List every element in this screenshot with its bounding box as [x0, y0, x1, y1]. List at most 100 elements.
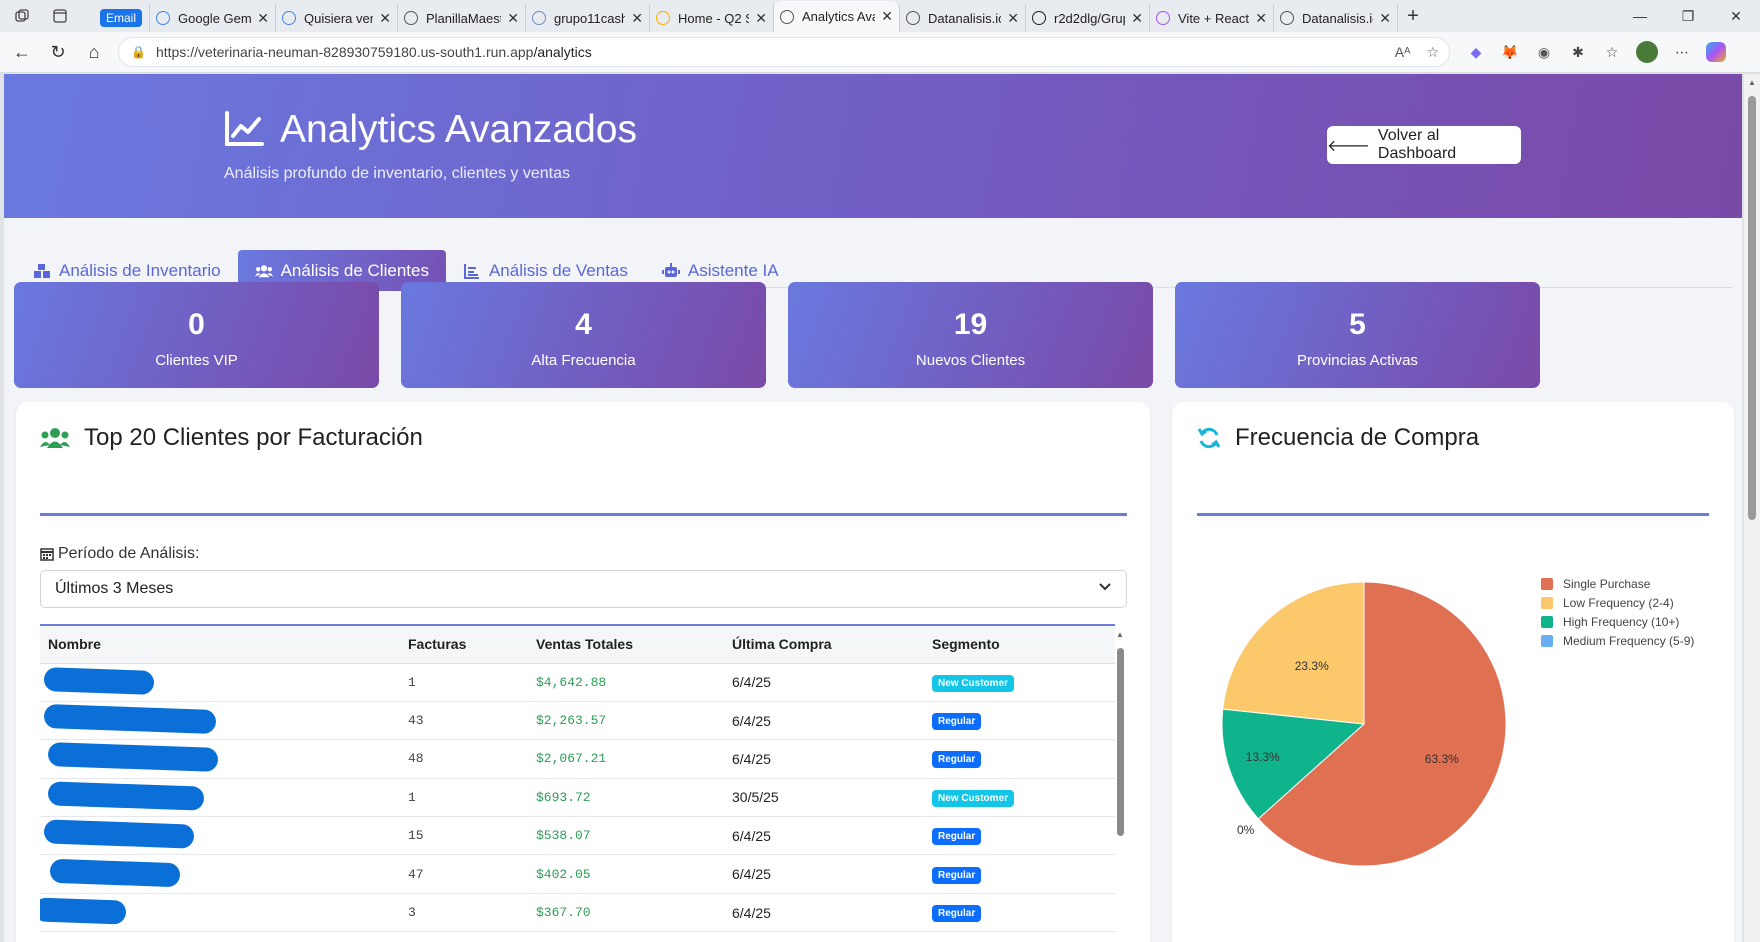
table-row[interactable]: 15 $538.07 6/4/25 Regular	[40, 816, 1115, 856]
ultima-compra-cell: 6/4/25	[724, 663, 924, 702]
page-scroll-thumb[interactable]	[1748, 96, 1756, 520]
browser-tab[interactable]: PlanillaMaestra ✕	[398, 4, 526, 32]
column-header-ventas[interactable]: Ventas Totales	[528, 626, 724, 664]
url-host: https://veterinaria-neuman-828930759180.…	[155, 44, 534, 60]
browser-tab[interactable]: r2d2dlg/Grupc ✕	[1026, 4, 1150, 32]
arrow-left-icon: 🡐	[1327, 137, 1370, 155]
ultima-compra-cell: 30/5/25	[724, 778, 924, 818]
browser-tab-email[interactable]: Email	[94, 4, 150, 32]
browser-tab-title: Google Gemini	[178, 10, 252, 26]
browser-tab-title: Datanalisis.io -	[1302, 10, 1374, 26]
extensions-puzzle-icon[interactable]: ✱	[1568, 42, 1588, 62]
more-menu-icon[interactable]: ⋯	[1672, 42, 1692, 62]
copilot-icon[interactable]	[1706, 42, 1726, 62]
close-tab-icon[interactable]: ✕	[1379, 10, 1391, 27]
table-row[interactable]: 1 $693.72 30/5/25 New Customer	[40, 778, 1115, 818]
client-name-cell	[40, 816, 400, 856]
sync-icon	[1197, 427, 1221, 449]
table-row[interactable]: 43 $2,263.57 6/4/25 Regular	[40, 701, 1115, 741]
back-button-label: Volver al Dashboard	[1377, 127, 1457, 162]
lock-icon: 🔒	[131, 45, 146, 59]
browser-tab[interactable]: Home - Q2 Sta ✕	[650, 4, 774, 32]
column-header-nombre[interactable]: Nombre	[40, 626, 400, 664]
minimize-icon[interactable]: —	[1616, 8, 1664, 25]
table-row[interactable]: 48 $2,067.21 6/4/25 Regular	[40, 739, 1115, 779]
segment-badge: Regular	[932, 751, 982, 769]
legend-item[interactable]: Single Purchase	[1541, 574, 1694, 593]
segment-badge: New Customer	[932, 789, 1015, 807]
top-clients-title-text: Top 20 Clientes por Facturación	[84, 424, 423, 451]
table-row[interactable]: 3 $367.70 6/4/25 Regular	[40, 893, 1115, 933]
table-scroll-thumb[interactable]	[1117, 648, 1124, 836]
browser-tab[interactable]: Datanalisis.io - ✕	[900, 4, 1026, 32]
tab-actions-icon[interactable]	[46, 2, 74, 30]
metamask-icon[interactable]: 🦊	[1500, 42, 1520, 62]
browser-tab[interactable]: Datanalisis.io - ✕	[1274, 4, 1398, 32]
slice-medium-frequency-label: 0%	[1236, 823, 1255, 838]
close-tab-icon[interactable]: ✕	[1007, 10, 1019, 27]
close-tab-icon[interactable]: ✕	[881, 8, 893, 25]
page-scrollbar[interactable]: ▲	[1744, 74, 1760, 942]
column-header-segmento[interactable]: Segmento	[924, 626, 1115, 664]
redacted-name	[43, 819, 195, 849]
table-row[interactable]: 1 $4,642.88 6/4/25 New Customer	[40, 663, 1115, 702]
frequency-title-text: Frecuencia de Compra	[1235, 424, 1480, 451]
scroll-up-arrow-icon[interactable]: ▲	[1116, 630, 1124, 639]
vite-icon	[1156, 11, 1170, 25]
browser-tab-title: r2d2dlg/Grupc	[1054, 10, 1125, 26]
top-clients-table: Nombre Facturas Ventas Totales Última Co…	[40, 626, 1115, 933]
client-name-cell	[40, 701, 400, 741]
workspaces-icon[interactable]	[8, 2, 36, 30]
close-tab-icon[interactable]: ✕	[379, 10, 391, 27]
top-clients-table-wrapper: Nombre Facturas Ventas Totales Última Co…	[40, 624, 1115, 942]
url-bar[interactable]: 🔒 https://veterinaria-neuman-82893075918…	[118, 37, 1450, 67]
browser-tab-title: Analytics Avan	[802, 9, 875, 24]
extension-icon[interactable]: ◉	[1534, 42, 1554, 62]
browser-tab[interactable]: Google Gemini ✕	[150, 4, 276, 32]
close-tab-icon[interactable]: ✕	[257, 10, 269, 27]
slice-low-frequency[interactable]	[1222, 581, 1365, 725]
browser-tab[interactable]: Quisiera vende ✕	[276, 4, 398, 32]
legend-item[interactable]: Low Frequency (2-4)	[1541, 593, 1694, 612]
browser-tab[interactable]: grupo11cashflo ✕	[526, 4, 650, 32]
back-nav-icon[interactable]: ←	[4, 42, 40, 63]
extension-icon[interactable]: ◆	[1466, 42, 1486, 62]
close-tab-icon[interactable]: ✕	[1131, 10, 1143, 27]
tab-label: Análisis de Clientes	[280, 260, 429, 280]
back-to-dashboard-button[interactable]: 🡐 Volver al Dashboard	[1327, 126, 1521, 164]
browser-tab[interactable]: Analytics Avan ✕	[774, 1, 900, 32]
browser-tab[interactable]: Vite + React + ✕	[1150, 4, 1274, 32]
favorites-icon[interactable]: ☆	[1602, 42, 1622, 62]
scroll-up-arrow-icon[interactable]: ▲	[1748, 78, 1756, 87]
facturas-cell: 48	[400, 739, 528, 779]
restore-icon[interactable]: ❐	[1664, 8, 1712, 25]
column-header-facturas[interactable]: Facturas	[400, 626, 528, 664]
gemini-icon	[156, 11, 170, 25]
table-row[interactable]: 47 $402.05 6/4/25 Regular	[40, 854, 1115, 894]
segment-badge: New Customer	[932, 674, 1015, 692]
close-tab-icon[interactable]: ✕	[755, 10, 767, 27]
close-tab-icon[interactable]: ✕	[631, 10, 643, 27]
close-window-icon[interactable]: ✕	[1712, 8, 1760, 25]
table-header-row: Nombre Facturas Ventas Totales Última Co…	[40, 626, 1115, 664]
column-header-ultima-compra[interactable]: Última Compra	[724, 626, 924, 664]
client-name-cell	[40, 854, 400, 894]
page-viewport: Analytics Avanzados Análisis profundo de…	[4, 74, 1742, 942]
ventas-cell: $402.05	[528, 854, 724, 894]
close-tab-icon[interactable]: ✕	[507, 10, 519, 27]
segment-badge: Regular	[932, 828, 982, 846]
users-icon	[40, 428, 70, 448]
table-scrollbar[interactable]: ▲	[1115, 624, 1125, 942]
close-tab-icon[interactable]: ✕	[1255, 10, 1267, 27]
facturas-cell: 15	[400, 816, 528, 856]
period-select[interactable]: Últimos 3 Meses	[40, 570, 1127, 608]
new-tab-button[interactable]: +	[1398, 5, 1428, 28]
reload-icon[interactable]: ↻	[40, 42, 76, 63]
legend-item[interactable]: Medium Frequency (5-9)	[1541, 631, 1694, 650]
profile-avatar[interactable]	[1636, 41, 1658, 63]
legend-item[interactable]: High Frequency (10+)	[1541, 612, 1694, 631]
frequency-divider	[1197, 513, 1709, 516]
home-icon[interactable]: ⌂	[76, 42, 112, 63]
favorite-star-icon[interactable]: ☆	[1426, 44, 1439, 61]
read-aloud-icon[interactable]: Aᴬ	[1395, 44, 1411, 61]
